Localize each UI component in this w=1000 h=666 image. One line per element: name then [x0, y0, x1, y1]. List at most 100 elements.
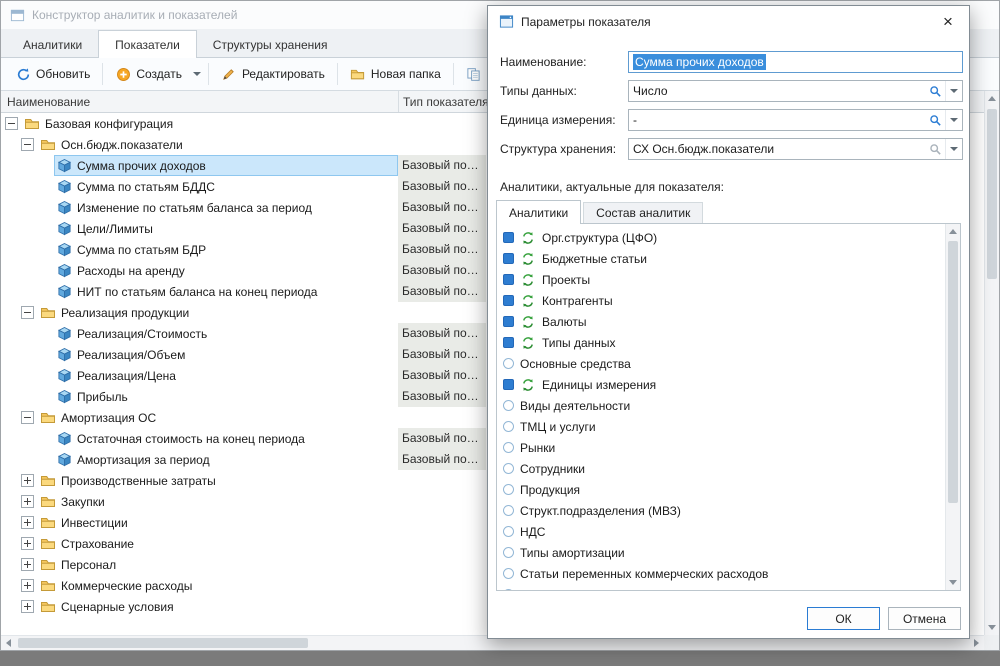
tree-expander-icon[interactable] [37, 432, 50, 445]
column-header-type[interactable]: Тип показателя [403, 95, 489, 109]
analytics-list-item[interactable]: Бюджетные статьи [499, 248, 943, 269]
tree-expander-icon[interactable] [37, 159, 50, 172]
checkbox-icon[interactable] [503, 295, 514, 306]
checkbox-icon[interactable] [503, 589, 514, 590]
search-icon[interactable] [925, 81, 945, 101]
analytics-list-item[interactable]: Контрагенты [499, 290, 943, 311]
tree-expander-icon[interactable] [37, 369, 50, 382]
tree-expander-icon[interactable] [37, 453, 50, 466]
field-input[interactable]: СХ Осн.бюдж.показатели [628, 138, 963, 160]
checkbox-icon[interactable] [503, 316, 514, 327]
search-icon[interactable] [925, 139, 945, 159]
tree-indent [1, 218, 35, 239]
analytics-list-item[interactable]: Проекты [499, 269, 943, 290]
create-button[interactable]: Создать [107, 62, 190, 86]
analytics-list-item[interactable]: Продукция [499, 479, 943, 500]
close-icon[interactable]: × [937, 11, 959, 33]
checkbox-icon[interactable] [503, 253, 514, 264]
tree-expander-icon[interactable] [37, 180, 50, 193]
analytics-list-item[interactable]: НДС [499, 521, 943, 542]
dropdown-arrow-icon[interactable] [945, 110, 962, 130]
tree-expander-icon[interactable] [5, 117, 18, 130]
checkbox-icon[interactable] [503, 379, 514, 390]
tree-expander-icon[interactable] [21, 474, 34, 487]
cancel-button[interactable]: Отмена [888, 607, 961, 630]
analytics-list-item[interactable]: Статьи переменных коммерческих расходов [499, 563, 943, 584]
main-tab[interactable]: Показатели [98, 30, 197, 58]
checkbox-icon[interactable] [503, 484, 514, 495]
tree-expander-icon[interactable] [37, 390, 50, 403]
analytics-list-item[interactable]: Основные средства [499, 353, 943, 374]
scroll-down-icon[interactable] [946, 575, 960, 590]
analytics-scrollbar[interactable] [945, 224, 960, 590]
new-folder-button[interactable]: Новая папка [342, 62, 449, 86]
refresh-button[interactable]: Обновить [7, 62, 98, 86]
tree-expander-icon[interactable] [21, 516, 34, 529]
scroll-up-icon[interactable] [946, 224, 960, 239]
vertical-scrollbar[interactable] [984, 91, 999, 635]
analytics-list-item[interactable]: Единицы измерения [499, 374, 943, 395]
edit-button[interactable]: Редактировать [213, 62, 333, 86]
analytics-list-item[interactable]: Виды деятельности [499, 395, 943, 416]
create-dropdown-button[interactable] [190, 63, 204, 85]
checkbox-icon[interactable] [503, 568, 514, 579]
checkbox-icon[interactable] [503, 505, 514, 516]
main-tab[interactable]: Аналитики [7, 32, 98, 57]
column-header-name[interactable]: Наименование [7, 95, 90, 109]
analytics-list-item[interactable]: Структ.подразделения (МВЗ) [499, 500, 943, 521]
scroll-up-icon[interactable] [985, 91, 999, 106]
tree-expander-icon[interactable] [21, 138, 34, 151]
tree-expander-icon[interactable] [37, 243, 50, 256]
tree-expander-icon[interactable] [37, 222, 50, 235]
scroll-right-icon[interactable] [969, 636, 984, 650]
scrollbar-thumb[interactable] [18, 638, 308, 648]
tree-expander-icon[interactable] [21, 411, 34, 424]
checkbox-icon[interactable] [503, 232, 514, 243]
analytics-list-item[interactable]: Валюты [499, 311, 943, 332]
indicator-cube-icon [56, 284, 72, 300]
tree-expander-icon[interactable] [21, 306, 34, 319]
analytics-list-item[interactable]: ТМЦ и услуги [499, 416, 943, 437]
analytics-list-item[interactable]: Рынки [499, 437, 943, 458]
dialog-tab[interactable]: Состав аналитик [583, 202, 703, 223]
tree-expander-icon[interactable] [37, 264, 50, 277]
tree-expander-icon[interactable] [37, 285, 50, 298]
tree-expander-icon[interactable] [21, 537, 34, 550]
dropdown-arrow-icon[interactable] [945, 81, 962, 101]
scrollbar-thumb[interactable] [948, 241, 958, 503]
scroll-down-icon[interactable] [985, 620, 999, 635]
field-input[interactable]: Число [628, 80, 963, 102]
tree-expander-icon[interactable] [21, 579, 34, 592]
checkbox-icon[interactable] [503, 358, 514, 369]
checkbox-icon[interactable] [503, 442, 514, 453]
field-input[interactable]: Сумма прочих доходов [628, 51, 963, 73]
checkbox-icon[interactable] [503, 274, 514, 285]
checkbox-icon[interactable] [503, 421, 514, 432]
tree-expander-icon[interactable] [21, 495, 34, 508]
dialog-tab[interactable]: Аналитики [496, 200, 581, 224]
ok-button[interactable]: ОК [807, 607, 880, 630]
tree-expander-icon[interactable] [21, 558, 34, 571]
checkbox-icon[interactable] [503, 400, 514, 411]
checkbox-icon[interactable] [503, 463, 514, 474]
analytics-list-item[interactable]: Типы амортизации [499, 542, 943, 563]
checkbox-icon[interactable] [503, 547, 514, 558]
tree-row-inner: Амортизация ОС [38, 407, 398, 428]
main-tab[interactable]: Структуры хранения [197, 32, 344, 57]
analytics-list-item[interactable]: Орг.структура (ЦФО) [499, 227, 943, 248]
checkbox-icon[interactable] [503, 337, 514, 348]
field-input[interactable]: - [628, 109, 963, 131]
tree-expander-icon[interactable] [21, 600, 34, 613]
scrollbar-thumb[interactable] [987, 109, 997, 279]
analytics-list-item[interactable]: Типы данных [499, 332, 943, 353]
analytics-list-item[interactable]: Сотрудники [499, 458, 943, 479]
analytics-list-item[interactable]: Тип остатков [499, 584, 943, 590]
tree-expander-icon[interactable] [37, 348, 50, 361]
checkbox-icon[interactable] [503, 526, 514, 537]
analytics-sync-icon [520, 314, 536, 330]
tree-expander-icon[interactable] [37, 201, 50, 214]
scroll-left-icon[interactable] [1, 636, 16, 650]
dropdown-arrow-icon[interactable] [945, 139, 962, 159]
search-icon[interactable] [925, 110, 945, 130]
tree-expander-icon[interactable] [37, 327, 50, 340]
